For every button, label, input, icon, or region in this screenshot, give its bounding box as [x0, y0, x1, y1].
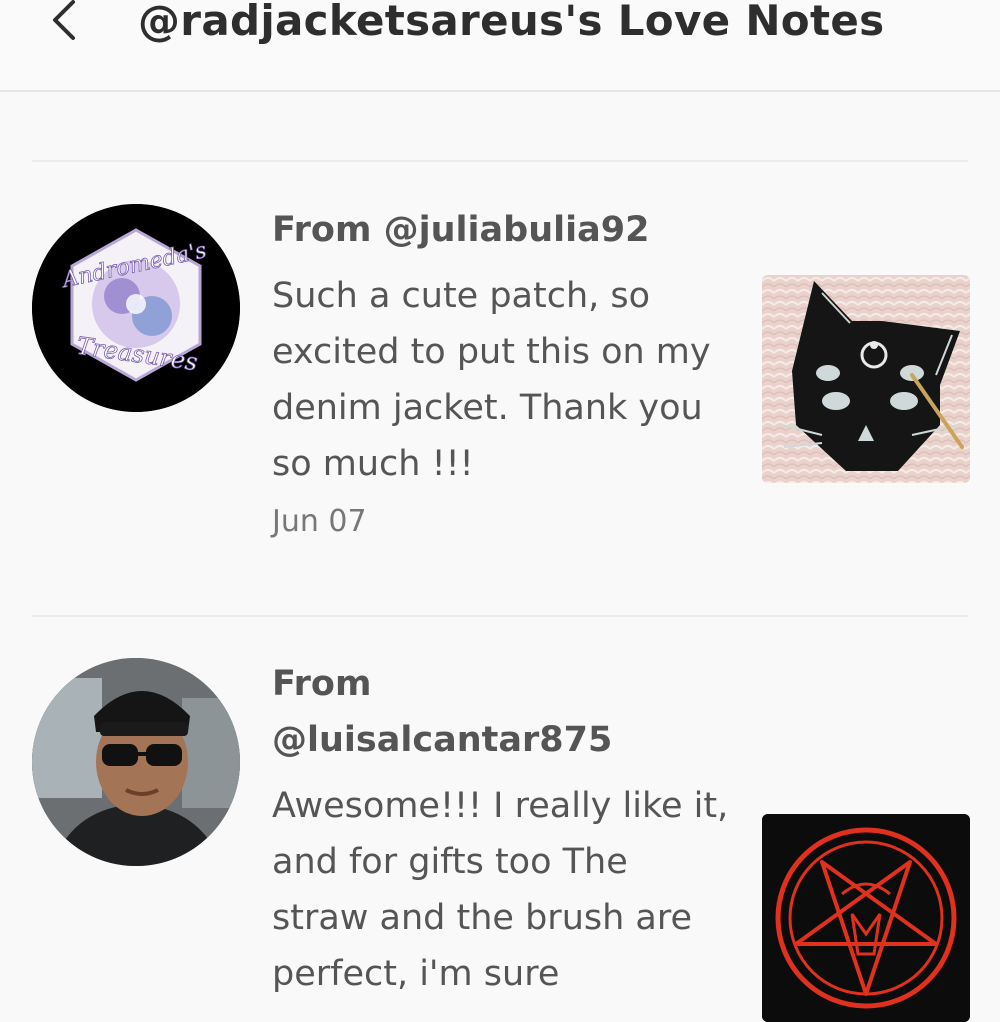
product-thumbnail[interactable] [762, 275, 970, 483]
note-message: Awesome!!! I really like it, and for gif… [272, 786, 729, 994]
user-photo [32, 658, 240, 866]
note-sender[interactable]: From @luisalcantar875 [272, 656, 732, 768]
note-sender-username: @luisalcantar875 [272, 720, 613, 760]
note-sender-prefix: From [272, 664, 372, 704]
divider [32, 615, 968, 617]
divider [32, 160, 968, 162]
chevron-left-icon [53, 0, 75, 40]
note-date: Jun 07 [272, 504, 367, 539]
avatar[interactable]: Andromeda's Treasures [32, 204, 240, 412]
avatar[interactable] [32, 658, 240, 866]
shop-logo: Andromeda's Treasures [32, 204, 240, 412]
back-button[interactable] [44, 0, 84, 40]
cat-patch-image [762, 275, 970, 483]
pentagram-shirt-image [762, 814, 970, 1022]
product-thumbnail[interactable] [762, 814, 970, 1022]
note-message: Such a cute patch, so excited to put thi… [272, 276, 711, 484]
page-title: @radjacketsareus's Love Notes [138, 0, 885, 45]
top-app-bar: @radjacketsareus's Love Notes [0, 0, 1000, 92]
note-sender[interactable]: From @juliabulia92 [272, 202, 732, 258]
